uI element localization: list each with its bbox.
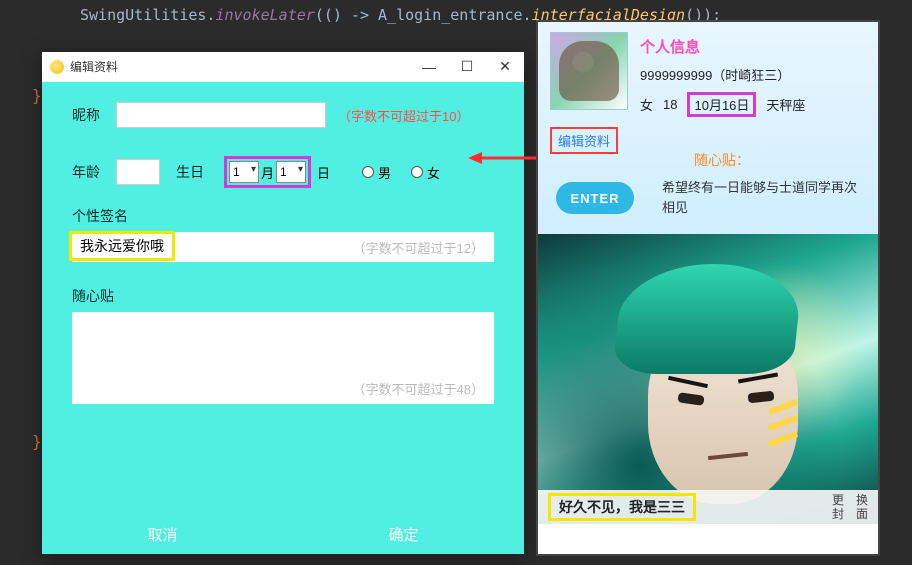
gutter-brace: }: [32, 86, 42, 105]
radio-dot-icon: [362, 166, 374, 178]
dialog-title: 编辑资料: [70, 58, 118, 75]
signature-label: 个性签名: [72, 206, 494, 226]
change-cover-button[interactable]: 更 换 封 面: [832, 493, 868, 522]
edit-profile-link[interactable]: 编辑资料: [558, 134, 610, 149]
nickname-hint: （字数不可超过于10）: [338, 106, 469, 125]
birth-day-spinner[interactable]: 1: [276, 161, 306, 183]
age-label: 年龄: [72, 162, 116, 182]
day-unit: 日: [317, 163, 330, 182]
signature-input-row[interactable]: 我永远爱你哦 （字数不可超过于12）: [72, 232, 494, 262]
signature-value-highlight: 我永远爱你哦: [69, 231, 175, 261]
note-textarea[interactable]: （字数不可超过于48）: [72, 312, 494, 404]
birth-month-spinner[interactable]: 1: [229, 161, 259, 183]
profile-panel: — ✕ 个人信息 9999999999（时崎狂三） 女 18 10月16日 天秤…: [536, 20, 880, 556]
profile-section-title: 个人信息: [640, 36, 866, 57]
nickname-label: 昵称: [72, 105, 116, 125]
edit-profile-link-highlight: 编辑资料: [550, 127, 618, 154]
profile-wish-text: 希望终有一日能够与士道同学再次相见: [662, 178, 862, 217]
cancel-button[interactable]: 取消: [42, 514, 283, 554]
nickname-input[interactable]: [116, 102, 326, 128]
cover-caption-highlight: 好久不见，我是三三: [548, 493, 696, 521]
avatar[interactable]: [550, 32, 628, 110]
profile-birthday: 10月16日: [694, 98, 749, 113]
profile-zodiac: 天秤座: [766, 95, 805, 114]
close-button[interactable]: ✕: [486, 52, 524, 82]
minimize-button[interactable]: —: [410, 52, 448, 82]
dialog-titlebar: 编辑资料 — ☐ ✕: [42, 52, 524, 82]
gutter-brace: }: [32, 432, 42, 451]
gender-female-radio[interactable]: 女: [411, 163, 440, 182]
birthday-highlight-box: 1 月 1: [224, 156, 311, 188]
ok-button[interactable]: 确定: [283, 514, 524, 554]
radio-dot-icon: [411, 166, 423, 178]
maximize-button[interactable]: ☐: [448, 52, 486, 82]
profile-id-name: 9999999999（时崎狂三）: [640, 65, 790, 84]
profile-birthday-highlight: 10月16日: [687, 92, 756, 117]
age-input[interactable]: [116, 159, 160, 185]
cover-caption: 好久不见，我是三三: [559, 499, 685, 515]
note-label: 随心贴: [72, 286, 494, 306]
gender-male-radio[interactable]: 男: [362, 163, 391, 182]
app-icon: [50, 60, 64, 74]
profile-age: 18: [663, 97, 677, 112]
signature-hint: （字数不可超过于12）: [353, 238, 484, 257]
enter-button[interactable]: ENTER: [556, 182, 634, 214]
profile-gender: 女: [640, 95, 653, 114]
note-hint: （字数不可超过于48）: [353, 379, 484, 398]
profile-cover-image: 好久不见，我是三三 更 换 封 面: [538, 234, 878, 524]
profile-note-label: 随心贴：: [694, 150, 750, 170]
month-unit: 月: [261, 163, 274, 182]
edit-profile-dialog: 编辑资料 — ☐ ✕ 昵称 （字数不可超过于10） 年龄 生日 1 月 1 日 …: [42, 52, 524, 554]
birthday-label: 生日: [176, 162, 220, 182]
